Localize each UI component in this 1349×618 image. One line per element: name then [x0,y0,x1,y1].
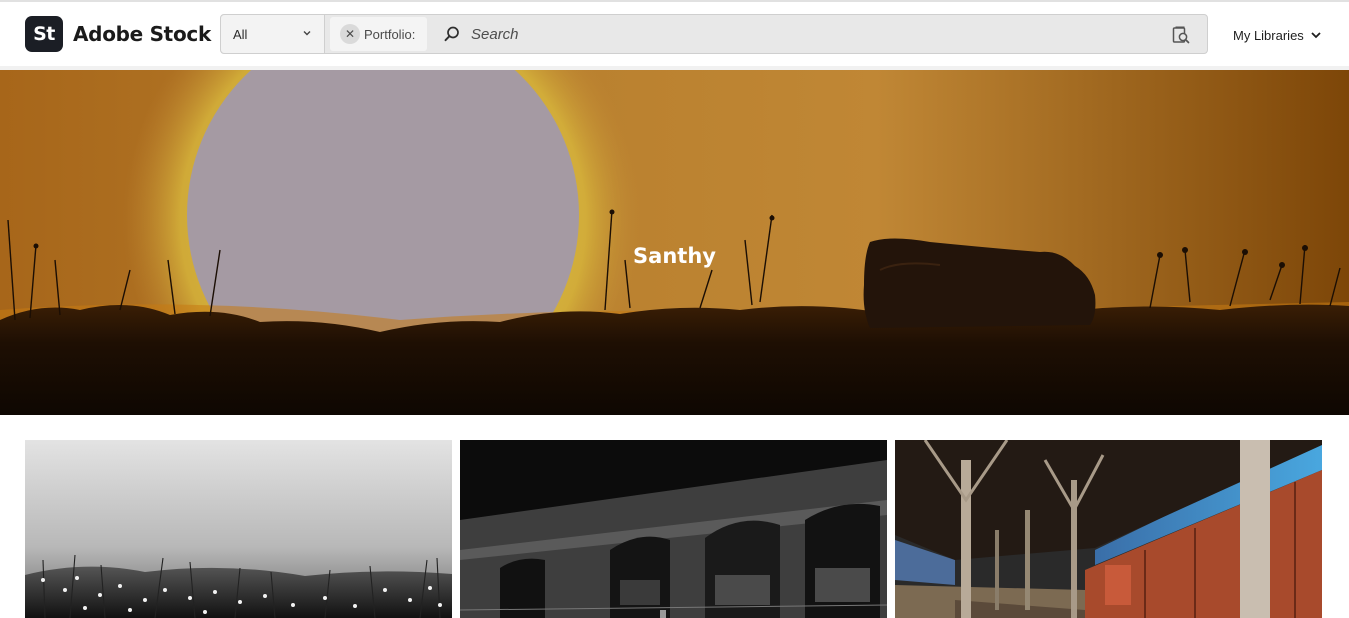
chevron-down-icon [303,31,311,36]
thumbnail-card[interactable] [460,440,887,618]
thumbnail-card[interactable] [25,440,452,618]
search-scope-value: All [233,26,248,42]
adobe-stock-logo[interactable]: St Adobe Stock [25,16,211,52]
logo-mark: St [25,16,63,52]
portfolio-hero-banner: Santhy [0,70,1349,415]
chevron-down-icon [1311,32,1321,39]
search-bar: All ✕ Portfolio: [220,14,1208,54]
my-libraries-label: My Libraries [1233,27,1304,43]
visual-search-icon[interactable] [1172,26,1190,44]
my-libraries-button[interactable]: My Libraries [1233,24,1322,46]
filter-chip-label: Portfolio: [364,26,416,42]
thumbnail-card[interactable] [895,440,1322,618]
thumbnail-image [25,440,452,618]
portfolio-owner-name: Santhy [633,244,716,268]
search-icon [444,26,459,42]
hero-image [0,70,1349,415]
logo-text: Adobe Stock [73,22,211,46]
thumbnail-image [460,440,887,618]
search-input[interactable] [471,19,1151,49]
remove-filter-icon[interactable]: ✕ [340,24,360,44]
search-scope-dropdown[interactable]: All [221,15,325,53]
top-header: St Adobe Stock All ✕ Portfolio: My Libra… [0,2,1349,66]
thumbnail-image [895,440,1322,618]
portfolio-filter-chip: ✕ Portfolio: [330,17,427,51]
